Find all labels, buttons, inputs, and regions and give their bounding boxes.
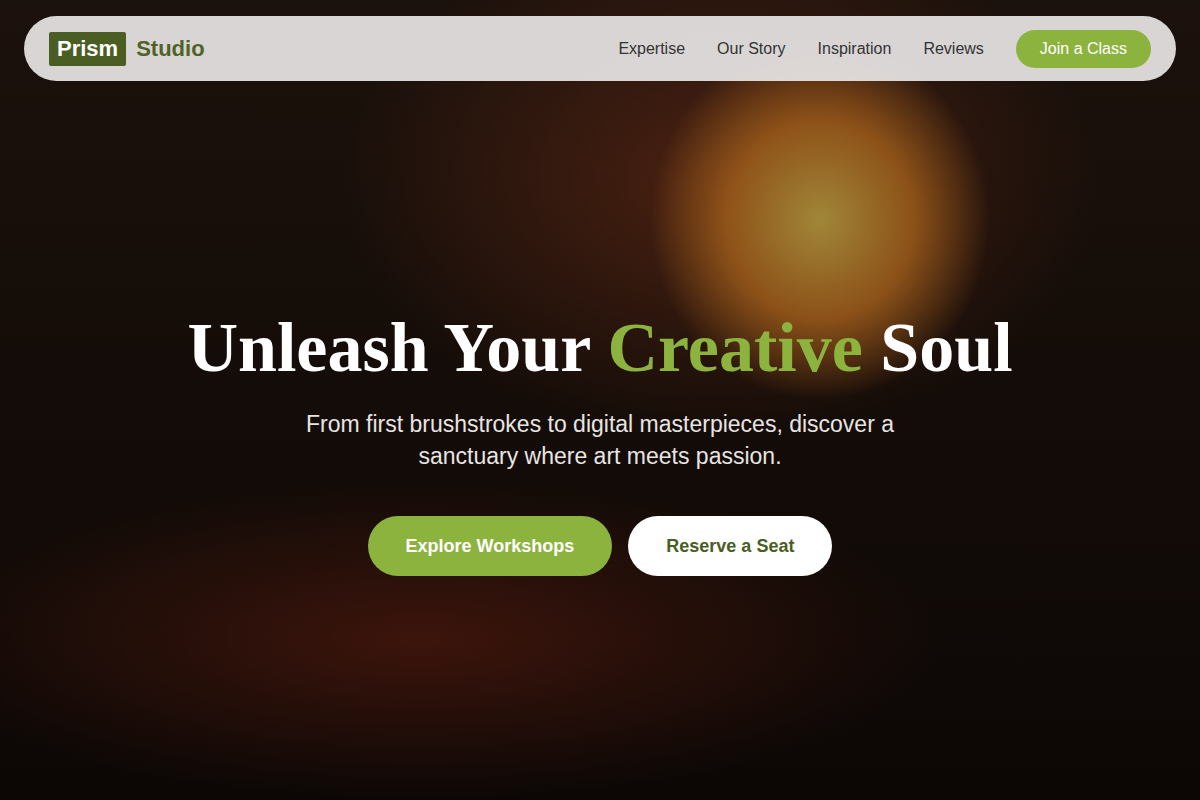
nav-link[interactable]: Inspiration <box>818 40 892 58</box>
hero: Unleash Your Creative Soul From first br… <box>24 81 1176 800</box>
logo-badge: Prism <box>49 32 126 66</box>
title-segment: Unleash Your <box>187 309 607 386</box>
hero-subtitle: From first brushstrokes to digital maste… <box>260 408 940 472</box>
title-segment: Creative <box>608 309 863 386</box>
hero-button[interactable]: Reserve a Seat <box>628 516 832 576</box>
nav-link[interactable]: Expertise <box>618 40 685 58</box>
hero-actions: Explore WorkshopsReserve a Seat <box>368 516 833 576</box>
title-segment: Soul <box>863 309 1013 386</box>
hero-title: Unleash Your Creative Soul <box>187 309 1012 386</box>
landing-page: Prism Studio Expertise Our Story Inspirati… <box>0 0 1200 800</box>
nav-link[interactable]: Our Story <box>717 40 785 58</box>
join-class-button[interactable]: Join a Class <box>1016 30 1151 68</box>
nav-links: Expertise Our Story Inspiration Reviews Joi… <box>618 30 1151 68</box>
hero-button[interactable]: Explore Workshops <box>368 516 613 576</box>
nav-link[interactable]: Reviews <box>923 40 983 58</box>
navbar: Prism Studio Expertise Our Story Inspirati… <box>24 16 1176 81</box>
logo[interactable]: Prism Studio <box>49 32 205 66</box>
logo-name: Studio <box>136 36 204 62</box>
